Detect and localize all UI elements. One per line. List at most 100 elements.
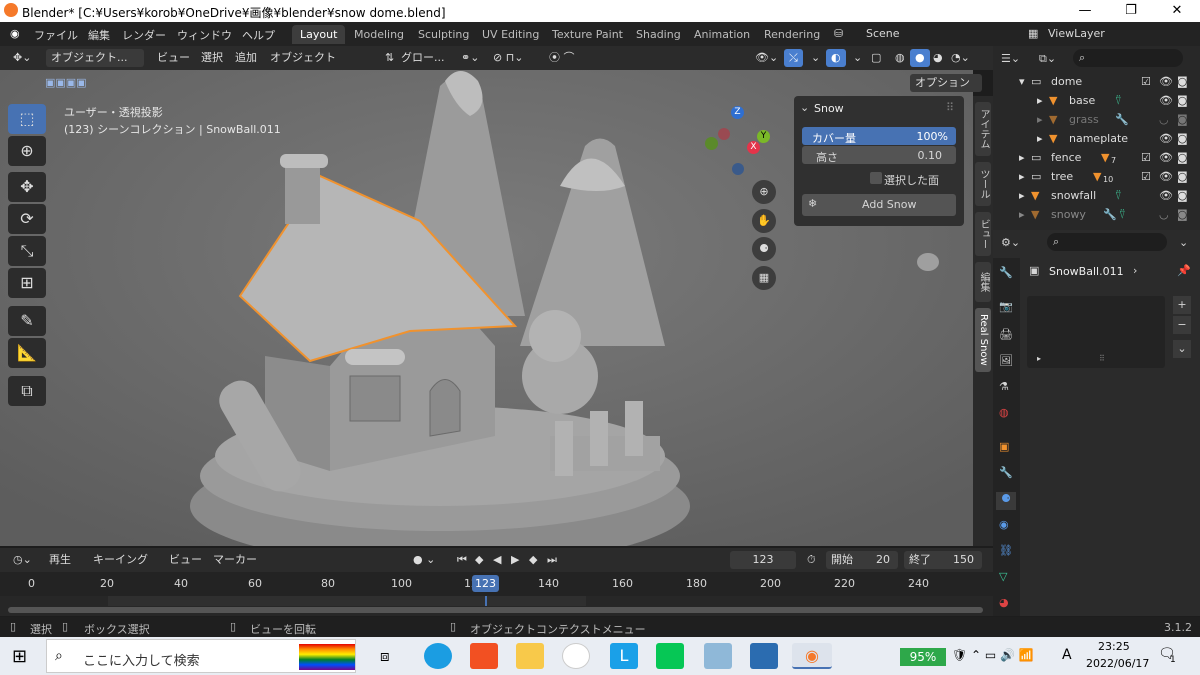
timeline-ruler[interactable]: 0 20 40 60 80 100 120 140 160 180 200 22… [0, 572, 993, 596]
checkbox-icon[interactable]: ☑ [1141, 170, 1151, 183]
axis-y-icon[interactable]: Y [757, 130, 770, 143]
timeline-menu-keying[interactable]: キーイング [88, 551, 153, 569]
timeline-menu-playback[interactable]: 再生 [44, 551, 76, 569]
remove-item-button[interactable]: − [1173, 316, 1191, 334]
eye-icon[interactable]: 👁 [1159, 170, 1173, 183]
record-icon[interactable]: ● ⌄ [408, 551, 440, 569]
expand-arrow-icon[interactable]: ▸ [1037, 354, 1041, 363]
select-box-tool-icon[interactable]: ⬚ [8, 104, 46, 134]
blender-menu-icon[interactable]: ◉ [10, 27, 20, 40]
expand-arrow-icon[interactable]: ▸ [1037, 113, 1043, 126]
visibility-icon[interactable]: 👁⌄ [750, 49, 783, 67]
camera-icon[interactable]: ◙ [1177, 75, 1188, 88]
workspace-tab-rendering[interactable]: Rendering [756, 25, 828, 44]
outliner-search-input[interactable]: ⌕ [1073, 49, 1183, 67]
camera-view-icon[interactable]: ⚈ [752, 237, 776, 261]
outliner-item-snowfall[interactable]: ▸ ▼ snowfall ⍢ 👁 ◙ [993, 186, 1200, 205]
view-layer-name[interactable]: ViewLayer [1048, 27, 1105, 40]
outliner-item-fence[interactable]: ▸ ▭ fence ▼ 7 ☑ 👁 ◙ [993, 148, 1200, 167]
physics-tab-icon[interactable]: ◉ [999, 518, 1009, 531]
line-app-icon[interactable] [656, 643, 684, 669]
menu-add[interactable]: 追加 [230, 49, 262, 67]
expand-arrow-icon[interactable]: ▸ [1019, 170, 1025, 183]
resize-handle-icon[interactable]: ⠿ [1099, 354, 1105, 363]
taskbar-search-box[interactable]: ⌕ ここに入力して検索 [46, 639, 356, 673]
axis-neg-x-icon[interactable] [718, 128, 730, 140]
axis-x-icon[interactable]: X [747, 141, 760, 154]
options-dropdown[interactable]: オプション ⌄ [910, 74, 982, 107]
panel-drag-handle-icon[interactable]: ⠿ [946, 101, 954, 114]
clock-time[interactable]: 23:25 [1098, 640, 1130, 653]
outliner-editor-icon[interactable]: ☰⌄ [1001, 52, 1020, 65]
scale-tool-icon[interactable]: ⤡ [8, 236, 46, 266]
output-tab-icon[interactable]: 🖨 [999, 328, 1013, 341]
measure-tool-icon[interactable]: 📐 [8, 338, 46, 368]
axis-z-icon[interactable]: Z [731, 106, 744, 119]
blender-taskbar-icon[interactable]: ◉ [792, 643, 832, 669]
camera-icon[interactable]: ◙ [1177, 113, 1188, 126]
workspace-tab-texture-paint[interactable]: Texture Paint [544, 25, 631, 44]
menu-select[interactable]: 選択 [196, 49, 228, 67]
object-tab-icon[interactable]: ▣ [999, 440, 1009, 453]
jump-start-icon[interactable]: ⏮ [452, 551, 472, 569]
expand-arrow-icon[interactable]: ▸ [1019, 189, 1025, 202]
properties-editor-icon[interactable]: ⚙⌄ [1001, 236, 1020, 249]
microsoft-store-icon[interactable] [470, 643, 498, 669]
play-reverse-icon[interactable]: ◀ [488, 551, 506, 569]
ortho-grid-icon[interactable]: ▦ [752, 266, 776, 290]
checkbox-icon[interactable]: ☑ [1141, 151, 1151, 164]
rendered-shading-icon[interactable]: ◔⌄ [946, 49, 975, 67]
camera-icon[interactable]: ◙ [1177, 208, 1188, 221]
outliner-item-snowy[interactable]: ▸ ▼ snowy 🔧 ⍢ ◡ ◙ [993, 205, 1200, 224]
annotate-tool-icon[interactable]: ✎ [8, 306, 46, 336]
overlay-toggle-icon[interactable]: ◐ [826, 49, 846, 67]
tab-item[interactable]: アイテム [975, 102, 991, 156]
eye-icon[interactable]: 👁 [1159, 75, 1173, 88]
prev-keyframe-icon[interactable]: ◆ [470, 551, 488, 569]
scene-name[interactable]: Scene [866, 27, 900, 40]
notes-app-icon[interactable] [704, 643, 732, 669]
expand-arrow-icon[interactable]: ▸ [1037, 132, 1043, 145]
overlay-dropdown-icon[interactable]: ⌄ [848, 49, 867, 67]
mode-dropdown[interactable]: オブジェクト... [46, 49, 144, 67]
gizmo-toggle-icon[interactable]: ⤯ [784, 49, 803, 67]
scene-tab-icon[interactable]: ⚗ [999, 380, 1009, 393]
outliner-item-nameplate[interactable]: ▸ ▼ nameplate 👁 ◙ [993, 129, 1200, 148]
tool-tab-icon[interactable]: 🔧 [999, 266, 1013, 279]
tab-view[interactable]: ビュー [975, 212, 991, 256]
properties-options-icon[interactable]: ⌄ [1179, 236, 1188, 249]
chevron-right-icon[interactable]: › [1133, 264, 1137, 277]
height-field[interactable]: 高さ 0.10 [802, 146, 956, 164]
eye-hidden-icon[interactable]: ◡ [1159, 208, 1169, 221]
eye-icon[interactable]: 👁 [1159, 94, 1173, 107]
timeline-body[interactable] [0, 596, 993, 616]
windows-start-icon[interactable]: ⊞ [12, 646, 27, 667]
pan-hand-icon[interactable]: ✋ [752, 209, 776, 233]
eye-icon[interactable]: 👁 [1159, 189, 1173, 202]
tray-icons[interactable]: 🛡 ⌃ ▭ 🔊 📶 [952, 648, 1034, 662]
workspace-tab-uv-editing[interactable]: UV Editing [474, 25, 547, 44]
playhead[interactable]: 123 [472, 575, 499, 592]
properties-search-input[interactable]: ⌕ [1047, 233, 1167, 251]
particles-tab-icon[interactable]: ⚈ [996, 492, 1016, 510]
jump-end-icon[interactable]: ⏭ [542, 551, 562, 569]
expand-arrow-icon[interactable]: ▸ [1019, 208, 1025, 221]
current-frame-field[interactable]: 123 [730, 551, 796, 569]
workspace-tab-animation[interactable]: Animation [686, 25, 758, 44]
xray-icon[interactable]: ▢ [866, 49, 886, 67]
expand-arrow-icon[interactable]: ▸ [1037, 94, 1043, 107]
close-icon[interactable]: ✕ [1154, 0, 1200, 22]
menu-render[interactable]: レンダー [122, 27, 166, 43]
outliner-item-dome[interactable]: ▾ ▭ dome ☑ 👁 ◙ [993, 72, 1200, 91]
workspace-tab-shading[interactable]: Shading [628, 25, 689, 44]
camera-icon[interactable]: ◙ [1177, 170, 1188, 183]
photos-app-icon[interactable] [750, 643, 778, 669]
proportional-edit-icon[interactable]: ⦿ ⌒ [544, 49, 580, 67]
restore-icon[interactable]: ❐ [1108, 0, 1154, 22]
camera-icon[interactable]: ◙ [1177, 189, 1188, 202]
expand-arrow-icon[interactable]: ▸ [1019, 151, 1025, 164]
rotate-tool-icon[interactable]: ⟳ [8, 204, 46, 234]
file-explorer-icon[interactable] [516, 643, 544, 669]
data-tab-icon[interactable]: ▽ [999, 570, 1007, 583]
coverage-slider[interactable]: カバー量 100% [802, 127, 956, 145]
